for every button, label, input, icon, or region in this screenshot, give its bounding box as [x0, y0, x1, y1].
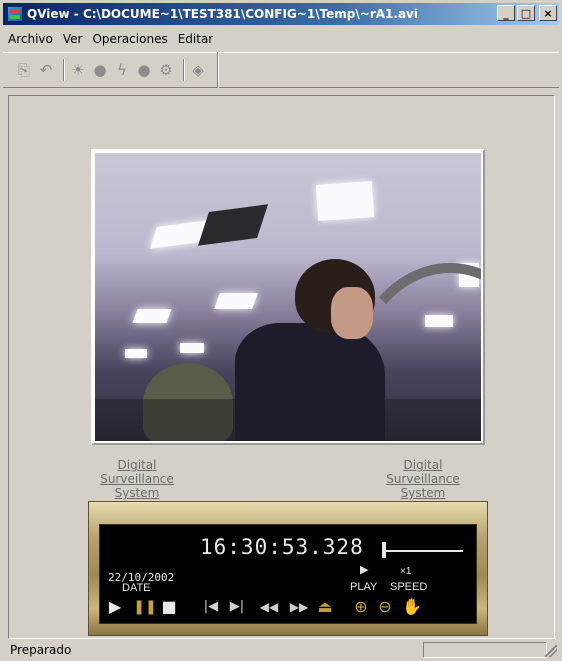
- status-panel: [423, 642, 547, 658]
- app-icon[interactable]: [7, 6, 23, 22]
- menu-bar: Archivo Ver Operaciones Editar: [3, 28, 559, 50]
- brightness-icon[interactable]: ☀: [69, 61, 87, 79]
- maximize-button[interactable]: □: [517, 5, 535, 21]
- speed-label: SPEED: [390, 581, 428, 593]
- ceiling-light: [214, 293, 258, 309]
- step-back-button[interactable]: |◀: [198, 597, 224, 617]
- status-text: Preparado: [10, 643, 72, 657]
- pan-hand-button[interactable]: ✋: [400, 597, 424, 617]
- app-window: QView - C:\DOCUME~1\TEST381\CONFIG~1\Tem…: [0, 0, 562, 661]
- resize-grip-icon[interactable]: [545, 645, 557, 657]
- watermark-right: Digital Surveillance System: [386, 458, 460, 500]
- dot-icon[interactable]: ●: [135, 61, 153, 79]
- ceiling-vent: [197, 204, 269, 246]
- watermark-left: Digital Surveillance System: [100, 458, 174, 500]
- player-panel: 16:30:53.328 22/10/2002 DATE ▶ ×1 PLAY S…: [88, 501, 488, 636]
- video-area: Digital Surveillance System Digital Surv…: [8, 95, 555, 639]
- menu-editar[interactable]: Editar: [173, 32, 219, 46]
- zoom-out-button[interactable]: ⊖: [374, 597, 396, 617]
- undo-icon[interactable]: ↶: [37, 61, 55, 79]
- ceiling-light: [315, 181, 375, 221]
- menu-ver[interactable]: Ver: [58, 32, 88, 46]
- ceiling-light: [125, 349, 147, 358]
- window-title: QView - C:\DOCUME~1\TEST381\CONFIG~1\Tem…: [27, 7, 418, 21]
- date-label: DATE: [122, 582, 151, 594]
- step-forward-button[interactable]: ▶|: [224, 597, 250, 617]
- title-bar[interactable]: QView - C:\DOCUME~1\TEST381\CONFIG~1\Tem…: [3, 3, 559, 25]
- time-display: 16:30:53.328: [200, 535, 364, 559]
- copy-icon[interactable]: ⎘: [15, 61, 33, 79]
- close-button[interactable]: ×: [539, 5, 557, 21]
- progress-bar[interactable]: [385, 550, 463, 552]
- stop-button[interactable]: ■: [158, 597, 180, 617]
- video-frame: [91, 149, 485, 445]
- play-label: PLAY: [350, 581, 378, 593]
- toolbar-separator: [183, 59, 185, 81]
- player-display: 16:30:53.328 22/10/2002 DATE ▶ ×1 PLAY S…: [99, 524, 477, 624]
- record-icon[interactable]: ●: [91, 61, 109, 79]
- toolbar-end-separator: [217, 52, 219, 88]
- settings-icon[interactable]: ⚙: [157, 61, 175, 79]
- menu-archivo[interactable]: Archivo: [3, 32, 58, 46]
- eject-button[interactable]: ⏏: [314, 597, 336, 617]
- minimize-button[interactable]: _: [497, 5, 515, 21]
- snapshot-icon[interactable]: ◈: [189, 61, 207, 79]
- zoom-in-button[interactable]: ⊕: [350, 597, 372, 617]
- play-indicator-icon: ▶: [360, 564, 369, 576]
- speed-value: ×1: [400, 566, 412, 577]
- play-button[interactable]: ▶: [106, 597, 124, 617]
- pause-button[interactable]: ❚❚: [133, 597, 156, 617]
- window-controls: _ □ ×: [497, 5, 557, 21]
- fast-back-button[interactable]: ◀◀: [256, 597, 282, 617]
- flash-icon[interactable]: ϟ: [113, 61, 131, 79]
- toolbar: ⎘ ↶ ☀ ● ϟ ● ⚙ ◈: [3, 52, 559, 88]
- toolbar-separator: [63, 59, 65, 81]
- status-bar: Preparado: [3, 641, 559, 659]
- fast-forward-button[interactable]: ▶▶: [286, 597, 312, 617]
- menu-operaciones[interactable]: Operaciones: [87, 32, 172, 46]
- ceiling-light: [180, 343, 204, 353]
- ceiling-light: [132, 309, 172, 323]
- video-image[interactable]: [95, 153, 481, 441]
